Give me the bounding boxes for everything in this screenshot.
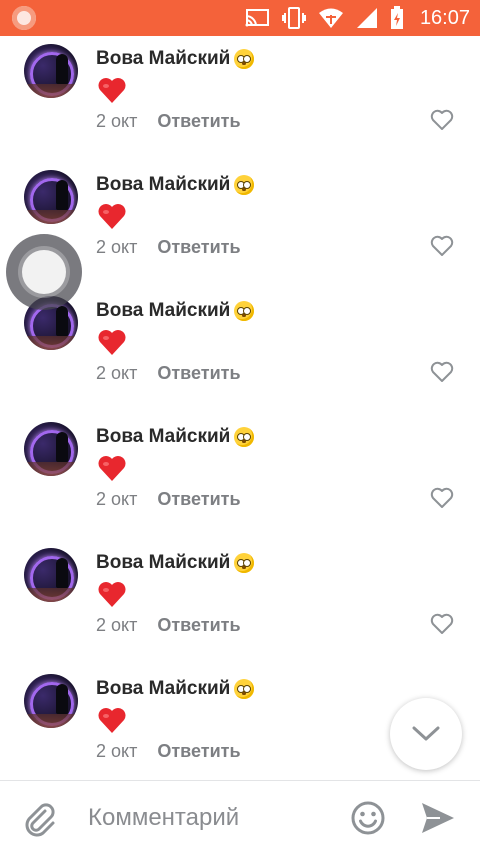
- author-name: Вова Майский: [96, 300, 231, 321]
- reply-button[interactable]: Ответить: [157, 489, 240, 510]
- comment-meta: 2 окт Ответить: [96, 111, 241, 132]
- like-heart-icon[interactable]: [430, 487, 454, 509]
- wifi-icon: [318, 8, 343, 28]
- comment-meta: 2 окт Ответить: [96, 363, 241, 384]
- touch-indicator: [6, 234, 82, 310]
- comment-meta: 2 окт Ответить: [96, 741, 241, 762]
- author-name: Вова Майский: [96, 678, 231, 699]
- like-heart-icon[interactable]: [430, 361, 454, 383]
- comments-list[interactable]: Вова Майский 2 окт Ответить Вова Майский …: [0, 36, 480, 780]
- flushed-face-emoji-icon: [234, 427, 255, 447]
- reply-button[interactable]: Ответить: [157, 741, 240, 762]
- status-icons: 16:07: [244, 0, 470, 36]
- red-heart-emoji-icon: [98, 204, 126, 229]
- flushed-face-emoji-icon: [234, 679, 255, 699]
- comment-author[interactable]: Вова Майский: [96, 552, 255, 574]
- comment-item: Вова Майский 2 окт Ответить: [0, 414, 480, 540]
- flushed-face-emoji-icon: [234, 175, 255, 195]
- avatar[interactable]: [24, 422, 78, 476]
- reply-button[interactable]: Ответить: [157, 111, 240, 132]
- reply-button[interactable]: Ответить: [157, 363, 240, 384]
- comment-item: Вова Майский 2 окт Ответить: [0, 288, 480, 414]
- comment-item: Вова Майский 2 окт Ответить: [0, 540, 480, 666]
- battery-icon: [390, 6, 403, 29]
- author-name: Вова Майский: [96, 552, 231, 573]
- avatar[interactable]: [24, 548, 78, 602]
- red-heart-emoji-icon: [98, 582, 126, 607]
- author-name: Вова Майский: [96, 426, 231, 447]
- comment-date: 2 окт: [96, 363, 138, 383]
- comment-author[interactable]: Вова Майский: [96, 174, 255, 196]
- flushed-face-emoji-icon: [234, 301, 255, 321]
- red-heart-emoji-icon: [98, 456, 126, 481]
- comment-date: 2 окт: [96, 741, 138, 761]
- chevron-down-icon: [412, 726, 440, 741]
- reply-button[interactable]: Ответить: [157, 615, 240, 636]
- avatar[interactable]: [24, 674, 78, 728]
- comment-meta: 2 окт Ответить: [96, 237, 241, 258]
- status-bar: 16:07: [0, 0, 480, 36]
- comment-author[interactable]: Вова Майский: [96, 678, 255, 700]
- comment-author[interactable]: Вова Майский: [96, 48, 255, 70]
- flushed-face-emoji-icon: [234, 553, 255, 573]
- comment-date: 2 окт: [96, 489, 138, 509]
- comment-composer: [0, 780, 480, 855]
- signal-icon: [356, 8, 377, 28]
- comment-meta: 2 окт Ответить: [96, 489, 241, 510]
- red-heart-emoji-icon: [98, 708, 126, 733]
- flushed-face-emoji-icon: [234, 49, 255, 69]
- emoji-smile-icon[interactable]: [350, 800, 386, 836]
- comment-author[interactable]: Вова Майский: [96, 426, 255, 448]
- like-heart-icon[interactable]: [430, 235, 454, 257]
- clock-time: 16:07: [419, 6, 470, 29]
- comment-meta: 2 окт Ответить: [96, 615, 241, 636]
- avatar[interactable]: [24, 44, 78, 98]
- like-heart-icon[interactable]: [430, 613, 454, 635]
- paperclip-icon[interactable]: [22, 801, 58, 837]
- red-heart-emoji-icon: [98, 78, 126, 103]
- scroll-down-button[interactable]: [390, 698, 462, 770]
- comment-item: Вова Майский 2 окт Ответить: [0, 36, 480, 162]
- comment-date: 2 окт: [96, 237, 138, 257]
- like-heart-icon[interactable]: [430, 109, 454, 131]
- avatar[interactable]: [24, 170, 78, 224]
- red-heart-emoji-icon: [98, 330, 126, 355]
- send-icon[interactable]: [420, 801, 456, 835]
- reply-button[interactable]: Ответить: [157, 237, 240, 258]
- author-name: Вова Майский: [96, 48, 231, 69]
- comment-author[interactable]: Вова Майский: [96, 300, 255, 322]
- cast-icon: [245, 9, 269, 27]
- author-name: Вова Майский: [96, 174, 231, 195]
- vibrate-icon: [281, 7, 306, 29]
- comment-date: 2 окт: [96, 615, 138, 635]
- comment-input[interactable]: [86, 797, 340, 839]
- notification-dot-icon: [12, 6, 36, 30]
- comment-date: 2 окт: [96, 111, 138, 131]
